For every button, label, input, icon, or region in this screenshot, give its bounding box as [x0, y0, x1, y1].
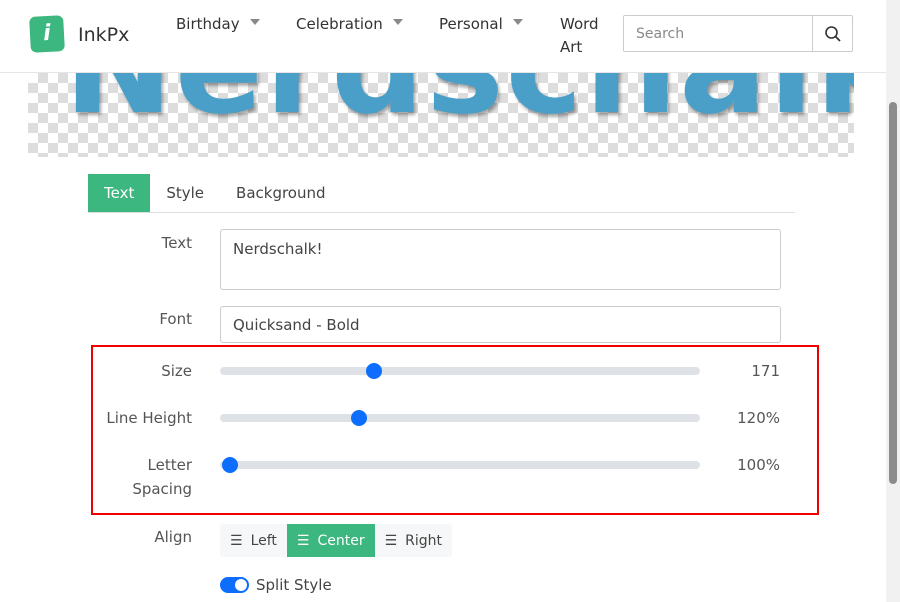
slider-thumb[interactable] [365, 363, 382, 379]
nav-celebration[interactable]: Celebration [296, 13, 403, 36]
slider-thumb[interactable] [221, 457, 238, 473]
search-icon [824, 25, 841, 42]
letter-spacing-label: Letter Spacing [132, 456, 192, 498]
header: i InkPx Birthday Celebration Personal Wo… [0, 0, 886, 73]
scrollbar-thumb[interactable] [889, 102, 897, 484]
caret-down-icon [392, 18, 403, 25]
align-right-button[interactable]: ☰ Right [375, 524, 452, 557]
nav-word-art[interactable]: Word Art [560, 13, 605, 59]
size-value: 171 [751, 362, 780, 380]
line-height-slider[interactable] [220, 410, 700, 426]
align-left-button[interactable]: ☰ Left [220, 524, 287, 557]
size-slider[interactable] [220, 363, 700, 379]
tab-text[interactable]: Text [88, 174, 151, 212]
font-label: Font [159, 310, 192, 328]
split-style-toggle[interactable] [220, 577, 249, 593]
editor-tabs: Text Style Background [88, 174, 795, 213]
align-center-icon: ☰ [296, 532, 310, 549]
align-left-icon: ☰ [230, 532, 243, 549]
align-label: Align [154, 528, 192, 546]
font-select[interactable]: Quicksand - Bold [220, 306, 781, 343]
align-group: ☰ Left ☰ Center ☰ Right [220, 524, 453, 557]
size-label: Size [161, 362, 192, 380]
line-height-value: 120% [737, 409, 780, 427]
search-input[interactable] [624, 16, 812, 51]
nav-label: Personal [439, 15, 503, 33]
split-style-label: Split Style [256, 576, 332, 594]
caret-down-icon [249, 18, 260, 25]
line-height-label: Line Height [106, 409, 192, 427]
caret-down-icon [512, 18, 523, 25]
align-right-icon: ☰ [384, 532, 398, 549]
align-right-label: Right [405, 532, 443, 549]
align-center-label: Center [317, 532, 365, 549]
text-textarea[interactable]: Nerdschalk! [220, 229, 781, 290]
brand-name[interactable]: InkPx [78, 24, 129, 46]
tab-style[interactable]: Style [150, 174, 220, 212]
logo[interactable]: i [29, 15, 65, 53]
word-art-preview: Nerdschalk! [28, 73, 854, 157]
align-left-label: Left [250, 532, 277, 549]
text-label: Text [161, 234, 192, 252]
preview-text: Nerdschalk! [64, 73, 854, 143]
nav-label: Celebration [296, 15, 383, 33]
search-box [623, 15, 853, 52]
letter-spacing-value: 100% [737, 456, 780, 474]
nav-personal[interactable]: Personal [439, 13, 523, 36]
search-button[interactable] [812, 16, 852, 51]
align-center-button[interactable]: ☰ Center [286, 524, 375, 557]
tab-background[interactable]: Background [220, 174, 342, 212]
nav-birthday[interactable]: Birthday [176, 13, 260, 36]
scrollbar[interactable] [886, 0, 900, 602]
letter-spacing-slider[interactable] [220, 457, 700, 473]
nav-label: Birthday [176, 15, 240, 33]
